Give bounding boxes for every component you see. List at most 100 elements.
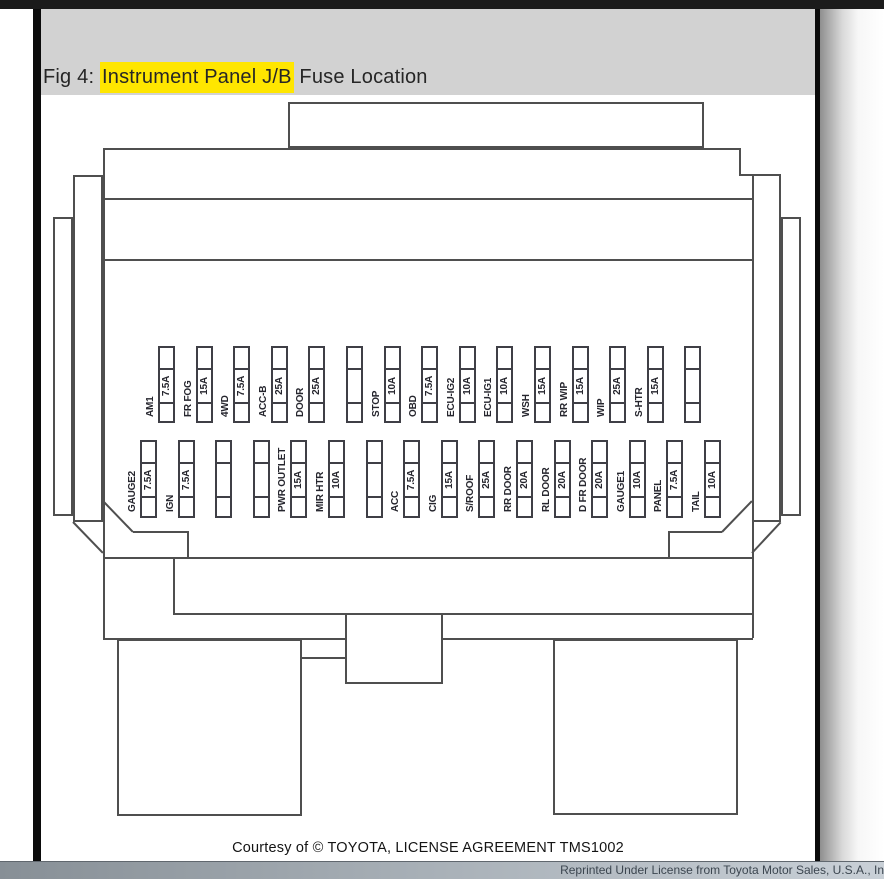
fuse-segment: [555, 442, 569, 464]
fuse-name-label: GAUGE2: [127, 470, 138, 512]
fuse-segment: [235, 348, 249, 370]
fuse-segment: [254, 442, 268, 464]
document-viewer-screenshot: Fig 4: Instrument Panel J/B Fuse Locatio…: [0, 0, 884, 879]
fuse-name-label: TAIL: [691, 491, 702, 512]
fuse-name-label: AM1: [145, 396, 156, 417]
fuse-segment: [348, 370, 361, 404]
fuse-segment: [254, 464, 268, 498]
outline-line: [443, 638, 753, 640]
fuse-segment: [706, 442, 719, 464]
fuse-segment: [217, 442, 231, 464]
fuse-segment: [668, 442, 682, 464]
outline-line: [103, 148, 105, 638]
figure-title: Fig 4: Instrument Panel J/B Fuse Locatio…: [43, 62, 428, 93]
fuse-amp-label: 20A: [594, 471, 606, 489]
fuse-name-label: GAUGE1: [615, 470, 627, 512]
fuse: [252, 440, 270, 518]
outline-line: [302, 657, 345, 659]
fuse-amp-label: 7.5A: [406, 469, 418, 491]
outline-chamfer: [721, 500, 753, 533]
bottom-center-tab: [345, 613, 443, 684]
fuse-segment: [197, 348, 211, 370]
figure-title-prefix: Fig 4:: [43, 66, 100, 88]
fuse-amp-label: 15A: [443, 471, 455, 489]
bottom-left-leg: [117, 639, 302, 816]
fuse-amp-label: 15A: [293, 471, 305, 489]
outline-line: [103, 557, 753, 559]
fuse-name-label: RL DOOR: [540, 467, 552, 512]
figure-title-band: Fig 4: Instrument Panel J/B Fuse Locatio…: [41, 9, 815, 95]
fuse-segment: [593, 442, 607, 464]
outline-line: [103, 638, 345, 640]
fuse-name-label: ACC-B: [257, 385, 269, 417]
fuse-name-label: S/ROOF: [465, 474, 477, 512]
outline-chamfer: [72, 521, 104, 554]
fuse-name-label: 4WD: [220, 395, 232, 417]
fuse-segment: [348, 348, 361, 370]
figure-title-suffix: Fuse Location: [293, 66, 428, 88]
fuse-name-label: ACC: [390, 490, 402, 512]
fuse-name-label: IGN: [164, 494, 176, 512]
window-top-bar: [0, 0, 884, 9]
fuse-name-label: PWR OUTLET: [277, 447, 289, 512]
fuse-amp-label: 15A: [198, 377, 210, 395]
right-bracket-inner: [752, 174, 781, 522]
fuse-amp-label: 25A: [481, 471, 493, 489]
search-highlight: Instrument Panel J/B: [99, 62, 294, 93]
outline-line: [103, 198, 754, 200]
fuse-segment: [405, 442, 419, 464]
fuse-name-label: RR WIP: [558, 382, 570, 417]
fuse-segment: [142, 442, 155, 464]
outline-line: [187, 531, 189, 557]
left-bracket-inner: [73, 175, 103, 522]
page-left-border: [33, 9, 41, 861]
fuse-name-label: STOP: [370, 390, 382, 417]
top-connector-tab: [288, 102, 704, 148]
page-edge-shadow: [820, 9, 884, 861]
outline-line: [752, 174, 754, 638]
fuse-segment: [217, 464, 231, 498]
fuse-name-label: S-HTR: [633, 387, 645, 417]
fuse-name-label: CIG: [427, 494, 439, 512]
fuse-name-label: ECU-IG1: [483, 377, 495, 417]
outline-line: [739, 148, 741, 174]
courtesy-note: Courtesy of © TOYOTA, LICENSE AGREEMENT …: [232, 840, 624, 856]
fuse-segment: [330, 442, 343, 464]
right-bracket-outer: [781, 217, 801, 516]
fuse: [215, 440, 233, 518]
fuse-segment: [480, 442, 494, 464]
outline-line: [668, 531, 670, 557]
fuse: [346, 346, 363, 423]
fuse-amp-label: 7.5A: [236, 375, 248, 397]
outline-line: [133, 531, 187, 533]
outline-line: [103, 148, 739, 150]
fuse-amp-label: 7.5A: [669, 469, 681, 491]
fuse-name-label: FR FOG: [182, 380, 194, 417]
fuse-name-label: ECU-IG2: [445, 377, 457, 417]
fuse-amp-label: 10A: [331, 471, 342, 489]
outline-line: [173, 557, 175, 613]
fuse-name-label: D FR DOOR: [578, 457, 590, 512]
fuse-segment: [292, 442, 306, 464]
fuse-amp-label: 7.5A: [143, 469, 154, 491]
fuse-amp-label: 7.5A: [180, 469, 192, 491]
fuse-name-label: RR DOOR: [503, 466, 514, 512]
bottom-right-leg: [553, 639, 738, 815]
fuse-box-diagram: Courtesy of © TOYOTA, LICENSE AGREEMENT …: [41, 95, 815, 861]
fuse-name-label: MIR HTR: [315, 471, 326, 512]
left-bracket-outer: [53, 217, 73, 516]
fuse-amp-label: 20A: [519, 471, 530, 489]
fuse-name-label: WIP: [596, 398, 608, 417]
fuse-name-label: PANEL: [653, 479, 665, 512]
fuse-segment: [367, 442, 381, 464]
fuse: [365, 440, 383, 518]
fuse-amp-label: 10A: [631, 471, 643, 489]
fuse-name-label: WSH: [521, 394, 532, 417]
outline-line: [668, 531, 722, 533]
outline-line: [173, 613, 753, 615]
fuse-segment: [367, 464, 381, 498]
fuse-segment: [630, 442, 644, 464]
fuse-name-label: OBD: [408, 395, 420, 417]
fuse-segment: [442, 442, 456, 464]
outline-chamfer: [751, 521, 782, 554]
